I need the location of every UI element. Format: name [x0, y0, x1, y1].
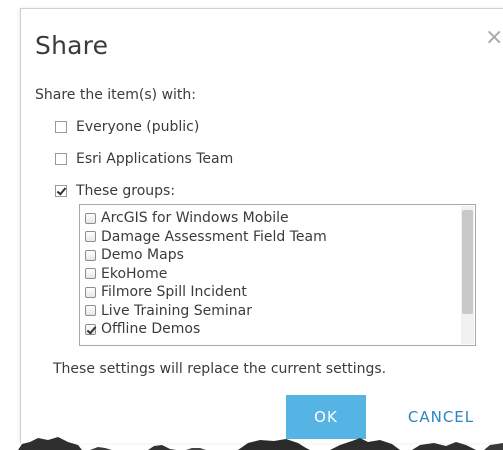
group-label: Live Training Seminar — [101, 302, 252, 319]
group-label: Damage Assessment Field Team — [101, 228, 327, 245]
group-checkbox[interactable] — [85, 323, 96, 335]
scrollbar-thumb[interactable] — [462, 210, 473, 314]
close-icon[interactable]: × — [485, 27, 503, 49]
groups-list: ArcGIS for Windows Mobile Damage Assessm… — [85, 209, 459, 339]
groups-scrollbar[interactable] — [461, 206, 474, 344]
replace-settings-note: These settings will replace the current … — [53, 361, 387, 377]
group-label: Demo Maps — [101, 247, 184, 264]
group-checkbox[interactable] — [85, 286, 96, 298]
group-item[interactable]: EkoHome — [85, 265, 459, 284]
group-checkbox[interactable] — [85, 212, 96, 224]
everyone-checkbox[interactable] — [55, 121, 67, 133]
group-item[interactable]: Filmore Spill Incident — [85, 283, 459, 302]
group-checkbox[interactable] — [85, 305, 96, 317]
group-item[interactable]: ArcGIS for Windows Mobile — [85, 209, 459, 228]
group-item[interactable]: Offline Demos — [85, 320, 459, 339]
option-these-groups-label: These groups: — [76, 183, 176, 199]
share-dialog: Share × Share the item(s) with: Everyone… — [20, 8, 503, 443]
group-item[interactable]: Demo Maps — [85, 246, 459, 265]
group-label: EkoHome — [101, 265, 168, 282]
group-item[interactable]: Damage Assessment Field Team — [85, 228, 459, 247]
option-esri-applications-team-label: Esri Applications Team — [76, 151, 234, 167]
group-item[interactable]: Live Training Seminar — [85, 302, 459, 321]
share-prompt: Share the item(s) with: — [35, 87, 196, 103]
these-groups-checkbox[interactable] — [55, 185, 67, 197]
option-everyone-label: Everyone (public) — [76, 119, 200, 135]
option-everyone[interactable]: Everyone (public) — [55, 118, 199, 136]
group-checkbox[interactable] — [85, 249, 96, 261]
page: Share × Share the item(s) with: Everyone… — [0, 0, 503, 450]
dialog-title: Share — [35, 31, 109, 60]
group-checkbox[interactable] — [85, 268, 96, 280]
group-checkbox[interactable] — [85, 231, 96, 243]
background-map-strip — [18, 437, 503, 450]
group-label: ArcGIS for Windows Mobile — [101, 210, 289, 227]
groups-list-box[interactable]: ArcGIS for Windows Mobile Damage Assessm… — [79, 204, 476, 346]
group-label: Filmore Spill Incident — [101, 284, 247, 301]
option-these-groups[interactable]: These groups: — [55, 182, 175, 200]
group-label: Offline Demos — [101, 321, 201, 338]
option-esri-applications-team[interactable]: Esri Applications Team — [55, 150, 233, 168]
esri-applications-team-checkbox[interactable] — [55, 153, 67, 165]
